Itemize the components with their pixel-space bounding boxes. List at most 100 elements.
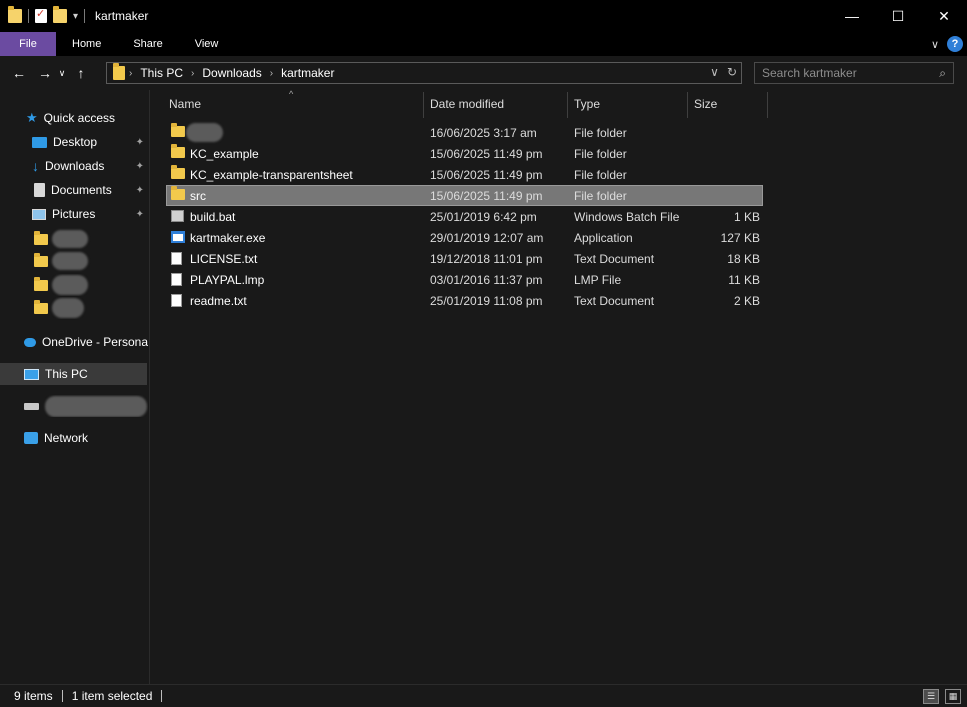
file-row-selected[interactable]: src 15/06/2025 11:49 pm File folder	[166, 185, 763, 206]
refresh-button[interactable]: ↻	[727, 65, 737, 79]
column-header-type[interactable]: Type	[574, 90, 600, 118]
column-header-size[interactable]: Size	[694, 90, 717, 118]
up-button[interactable]: ↑	[70, 62, 92, 84]
status-bar: 9 items 1 item selected ☰ ▦	[0, 684, 967, 707]
file-date: 15/06/2025 11:49 pm	[430, 189, 543, 203]
file-icon	[171, 273, 182, 286]
cloud-icon	[24, 337, 36, 347]
file-type: File folder	[574, 147, 627, 161]
sidebar-item-quick-access[interactable]: ★ Quick access	[0, 107, 148, 129]
breadcrumb-this-pc[interactable]: This PC	[140, 66, 183, 80]
star-icon: ★	[26, 110, 38, 125]
ribbon-tabs: File Home Share View ∨ ?	[0, 32, 967, 56]
sidebar-item-onedrive[interactable]: OneDrive - Persona	[0, 331, 148, 353]
search-box[interactable]: ⌕	[754, 62, 954, 84]
new-folder-icon[interactable]	[53, 6, 67, 23]
sidebar-item-redacted[interactable]	[0, 228, 148, 250]
folder-icon	[34, 252, 48, 267]
sidebar-item-redacted[interactable]	[0, 250, 148, 272]
breadcrumb-downloads[interactable]: Downloads	[202, 66, 261, 80]
file-name: PLAYPAL.lmp	[190, 273, 265, 287]
address-bar[interactable]: › This PC › Downloads › kartmaker ∨ ↻	[106, 62, 742, 84]
file-name: KC_example	[190, 147, 259, 161]
redacted-label	[52, 275, 88, 295]
file-row[interactable]: 16/06/2025 3:17 am File folder	[166, 122, 763, 143]
file-row[interactable]: LICENSE.txt 19/12/2018 11:01 pm Text Doc…	[166, 248, 763, 269]
sidebar-item-desktop[interactable]: Desktop ✦	[0, 131, 148, 153]
folder-icon	[113, 63, 125, 80]
file-row[interactable]: KC_example-transparentsheet 15/06/2025 1…	[166, 164, 763, 185]
column-divider[interactable]	[767, 92, 768, 118]
sidebar-item-redacted[interactable]	[0, 297, 148, 319]
column-header-date[interactable]: Date modified	[430, 90, 504, 118]
folder-icon	[34, 230, 48, 245]
file-row[interactable]: readme.txt 25/01/2019 11:08 pm Text Docu…	[166, 290, 763, 311]
large-icons-view-button[interactable]: ▦	[945, 689, 961, 704]
sidebar-item-label: Desktop	[53, 135, 98, 149]
sidebar-item-redacted[interactable]	[0, 274, 148, 296]
sidebar-item-label: Documents	[51, 183, 112, 197]
column-divider[interactable]	[423, 92, 424, 118]
sidebar-item-drive[interactable]	[0, 395, 148, 417]
file-row[interactable]: KC_example 15/06/2025 11:49 pm File fold…	[166, 143, 763, 164]
sidebar-item-downloads[interactable]: ↓ Downloads ✦	[0, 155, 148, 177]
file-type: Application	[574, 231, 633, 245]
sidebar-item-documents[interactable]: Documents ✦	[0, 179, 148, 201]
file-size: 18 KB	[727, 252, 760, 266]
file-row[interactable]: kartmaker.exe 29/01/2019 12:07 am Applic…	[166, 227, 763, 248]
navigation-bar: ← → ∨ ↑ › This PC › Downloads › kartmake…	[0, 56, 967, 90]
sidebar-item-label: Pictures	[52, 207, 96, 221]
sidebar-item-network[interactable]: Network	[0, 427, 148, 449]
pin-icon: ✦	[135, 136, 144, 148]
sidebar-item-pictures[interactable]: Pictures ✦	[0, 203, 148, 225]
column-divider[interactable]	[687, 92, 688, 118]
text-file-icon	[171, 252, 182, 265]
tab-home[interactable]: Home	[56, 32, 117, 56]
breadcrumb-chevron[interactable]: ›	[191, 68, 194, 79]
breadcrumb-chevron[interactable]: ›	[270, 68, 273, 79]
file-name: kartmaker.exe	[190, 231, 266, 245]
application-icon	[171, 231, 185, 243]
search-icon[interactable]: ⌕	[939, 66, 946, 81]
sidebar-item-label: Quick access	[43, 111, 116, 125]
ribbon-right-controls: ∨ ?	[931, 32, 963, 56]
forward-button[interactable]: →	[34, 62, 56, 84]
search-input[interactable]	[762, 66, 932, 80]
minimize-button[interactable]: —	[829, 0, 875, 32]
file-row[interactable]: build.bat 25/01/2019 6:42 pm Windows Bat…	[166, 206, 763, 227]
file-date: 25/01/2019 6:42 pm	[430, 210, 537, 224]
folder-icon	[171, 165, 185, 179]
folder-icon	[171, 186, 185, 200]
column-header-name[interactable]: Name	[169, 90, 201, 118]
file-name: src	[190, 189, 206, 203]
folder-icon	[34, 299, 48, 314]
properties-icon[interactable]	[35, 7, 47, 23]
title-bar: ▾ kartmaker — ☐ ✕	[0, 0, 967, 32]
folder-icon	[8, 6, 22, 23]
tab-share[interactable]: Share	[117, 32, 178, 56]
breadcrumb-kartmaker[interactable]: kartmaker	[281, 66, 334, 80]
maximize-button[interactable]: ☐	[875, 0, 921, 32]
expand-ribbon-button[interactable]: ∨	[931, 38, 939, 51]
address-dropdown-button[interactable]: ∨	[710, 65, 719, 79]
customize-toolbar-button[interactable]: ▾	[73, 11, 78, 22]
batch-file-icon	[171, 210, 184, 222]
details-view-button[interactable]: ☰	[923, 689, 939, 704]
recent-locations-button[interactable]: ∨	[56, 62, 68, 84]
address-controls: ∨ ↻	[710, 65, 737, 79]
close-button[interactable]: ✕	[921, 0, 967, 32]
file-row[interactable]: PLAYPAL.lmp 03/01/2016 11:37 pm LMP File…	[166, 269, 763, 290]
tab-file[interactable]: File	[0, 32, 56, 56]
file-type: Text Document	[574, 252, 655, 266]
sidebar-item-this-pc[interactable]: This PC	[0, 363, 147, 385]
sidebar-item-label: OneDrive - Persona	[41, 335, 148, 349]
sidebar-item-label: This PC	[45, 367, 88, 381]
file-type: LMP File	[574, 273, 622, 287]
breadcrumb-chevron[interactable]: ›	[129, 68, 132, 79]
quick-access-toolbar: ▾	[0, 0, 86, 32]
column-divider[interactable]	[567, 92, 568, 118]
back-button[interactable]: ←	[8, 62, 30, 84]
tab-view[interactable]: View	[179, 32, 235, 56]
help-icon[interactable]: ?	[947, 36, 963, 52]
toolbar-divider	[28, 9, 29, 23]
